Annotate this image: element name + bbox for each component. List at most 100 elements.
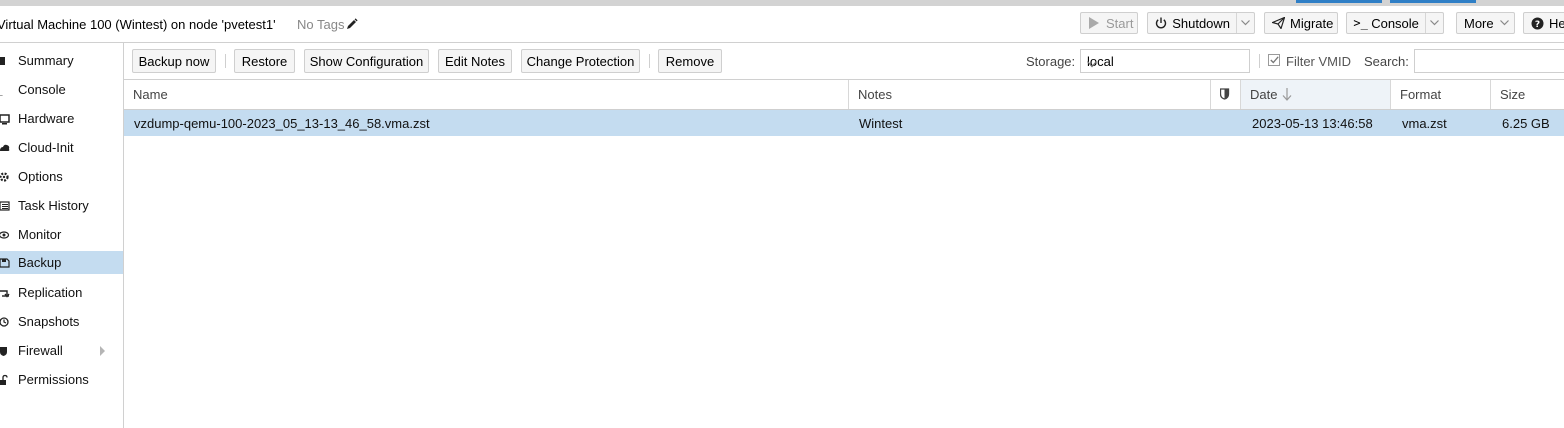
sidebar-item-label: Hardware xyxy=(18,111,75,126)
terminal-icon: >_ xyxy=(1353,16,1368,30)
sidebar-item-backup[interactable]: Backup xyxy=(0,251,123,274)
sidebar-item-label: Permissions xyxy=(18,372,89,387)
summary-icon xyxy=(0,55,12,67)
sidebar-item-label: Snapshots xyxy=(18,314,80,329)
storage-label: Storage: xyxy=(1026,54,1076,69)
sidebar-item-replication[interactable]: Replication xyxy=(0,281,123,304)
sidebar-item-monitor[interactable]: Monitor xyxy=(0,223,123,246)
sidebar: Summary _ Console Hardware Cloud-Init Op… xyxy=(0,43,124,428)
more-label: More xyxy=(1464,15,1494,31)
vm-title: Virtual Machine 100 (Wintest) on node 'p… xyxy=(0,17,276,32)
start-label: Start xyxy=(1106,15,1134,31)
toolbar-separator xyxy=(225,54,226,68)
filter-vmid-label[interactable]: Filter VMID xyxy=(1286,54,1351,69)
column-notes[interactable]: Notes xyxy=(849,80,1211,109)
sidebar-item-summary[interactable]: Summary xyxy=(0,49,123,72)
cell-notes: Wintest xyxy=(859,116,903,131)
console-label: Console xyxy=(1371,15,1419,31)
sort-desc-icon xyxy=(1282,88,1292,104)
chevron-down-icon[interactable] xyxy=(1424,13,1443,33)
sidebar-item-options[interactable]: Options xyxy=(0,165,123,188)
sidebar-item-firewall[interactable]: Firewall xyxy=(0,339,123,362)
sidebar-item-task-history[interactable]: Task History xyxy=(0,194,123,217)
shutdown-button[interactable]: Shutdown xyxy=(1147,12,1255,34)
shield-icon xyxy=(1219,88,1230,103)
top-strip-accent xyxy=(1296,0,1382,3)
migrate-button[interactable]: Migrate xyxy=(1264,12,1338,34)
toolbar-separator xyxy=(649,54,650,68)
migrate-label: Migrate xyxy=(1290,15,1334,31)
sidebar-item-snapshots[interactable]: Snapshots xyxy=(0,310,123,333)
content-header: Virtual Machine 100 (Wintest) on node 'p… xyxy=(0,6,1564,43)
sidebar-item-label: Options xyxy=(18,169,63,184)
help-button[interactable]: ? He xyxy=(1523,12,1564,34)
remove-button[interactable]: Remove xyxy=(658,49,722,73)
top-strip-accent xyxy=(1390,0,1476,3)
column-name-label: Name xyxy=(133,87,168,102)
sidebar-item-cloud-init[interactable]: Cloud-Init xyxy=(0,136,123,159)
sidebar-item-label: Backup xyxy=(18,255,62,270)
expand-arrow-icon[interactable] xyxy=(100,346,105,356)
grid-header: Name Notes Date Format Size xyxy=(124,80,1564,110)
cell-date: 2023-05-13 13:46:58 xyxy=(1252,116,1373,131)
sidebar-item-console[interactable]: _ Console xyxy=(0,78,123,101)
floppy-icon xyxy=(0,257,12,269)
column-notes-label: Notes xyxy=(858,87,892,102)
eye-icon xyxy=(0,229,12,241)
search-label: Search: xyxy=(1364,54,1409,69)
table-row[interactable]: vzdump-qemu-100-2023_05_13-13_46_58.vma.… xyxy=(124,110,1564,136)
backup-grid: Name Notes Date Format Size vzdump-qemu-… xyxy=(124,80,1564,428)
cell-size: 6.25 GB xyxy=(1502,116,1550,131)
more-button[interactable]: More xyxy=(1456,12,1515,34)
sidebar-item-label: Replication xyxy=(18,285,83,300)
unlock-icon xyxy=(0,374,12,386)
start-button[interactable]: Start xyxy=(1080,12,1138,34)
column-protected[interactable] xyxy=(1211,80,1241,109)
column-format[interactable]: Format xyxy=(1391,80,1491,109)
backup-now-button[interactable]: Backup now xyxy=(132,49,216,73)
console-button[interactable]: >_ Console xyxy=(1346,12,1444,34)
filter-vmid-checkbox[interactable] xyxy=(1268,54,1280,66)
retweet-icon xyxy=(0,287,12,299)
column-format-label: Format xyxy=(1400,87,1442,102)
edit-notes-button[interactable]: Edit Notes xyxy=(438,49,512,73)
column-size[interactable]: Size xyxy=(1491,80,1564,109)
hardware-icon xyxy=(0,113,12,125)
tags-label: No Tags xyxy=(297,17,345,32)
change-protection-button[interactable]: Change Protection xyxy=(521,49,640,73)
show-configuration-button[interactable]: Show Configuration xyxy=(304,49,429,73)
history-icon xyxy=(0,316,12,328)
shutdown-label: Shutdown xyxy=(1172,15,1231,31)
paper-plane-icon xyxy=(1271,16,1285,30)
list-icon xyxy=(0,200,12,212)
column-name[interactable]: Name xyxy=(124,80,849,109)
cloud-icon xyxy=(0,142,12,154)
restore-button[interactable]: Restore xyxy=(234,49,295,73)
cell-format: vma.zst xyxy=(1402,116,1447,131)
shield-icon xyxy=(0,345,12,357)
question-icon: ? xyxy=(1530,16,1544,30)
chevron-down-icon[interactable] xyxy=(1236,13,1254,33)
sidebar-item-label: Task History xyxy=(18,198,89,213)
chevron-down-icon xyxy=(1087,56,1241,71)
toolbar-separator xyxy=(1259,54,1260,68)
storage-select[interactable]: local xyxy=(1080,49,1250,73)
sidebar-item-permissions[interactable]: Permissions xyxy=(0,368,123,391)
checkmark-icon xyxy=(1269,56,1279,64)
sidebar-item-label: Firewall xyxy=(18,343,63,358)
sidebar-item-label: Monitor xyxy=(18,227,62,242)
cell-name: vzdump-qemu-100-2023_05_13-13_46_58.vma.… xyxy=(134,116,430,131)
sidebar-item-label: Console xyxy=(18,82,66,97)
sidebar-item-hardware[interactable]: Hardware xyxy=(0,107,123,130)
column-date[interactable]: Date xyxy=(1241,80,1391,109)
search-input[interactable] xyxy=(1414,49,1564,73)
column-date-label: Date xyxy=(1250,87,1278,102)
power-icon xyxy=(1154,16,1167,30)
sidebar-item-label: Cloud-Init xyxy=(18,140,74,155)
chevron-down-icon xyxy=(1499,20,1509,26)
svg-text:?: ? xyxy=(1534,20,1539,30)
console-icon: _ xyxy=(0,83,8,96)
pencil-icon[interactable] xyxy=(346,18,358,33)
play-icon xyxy=(1087,16,1101,30)
sidebar-item-label: Summary xyxy=(18,53,74,68)
